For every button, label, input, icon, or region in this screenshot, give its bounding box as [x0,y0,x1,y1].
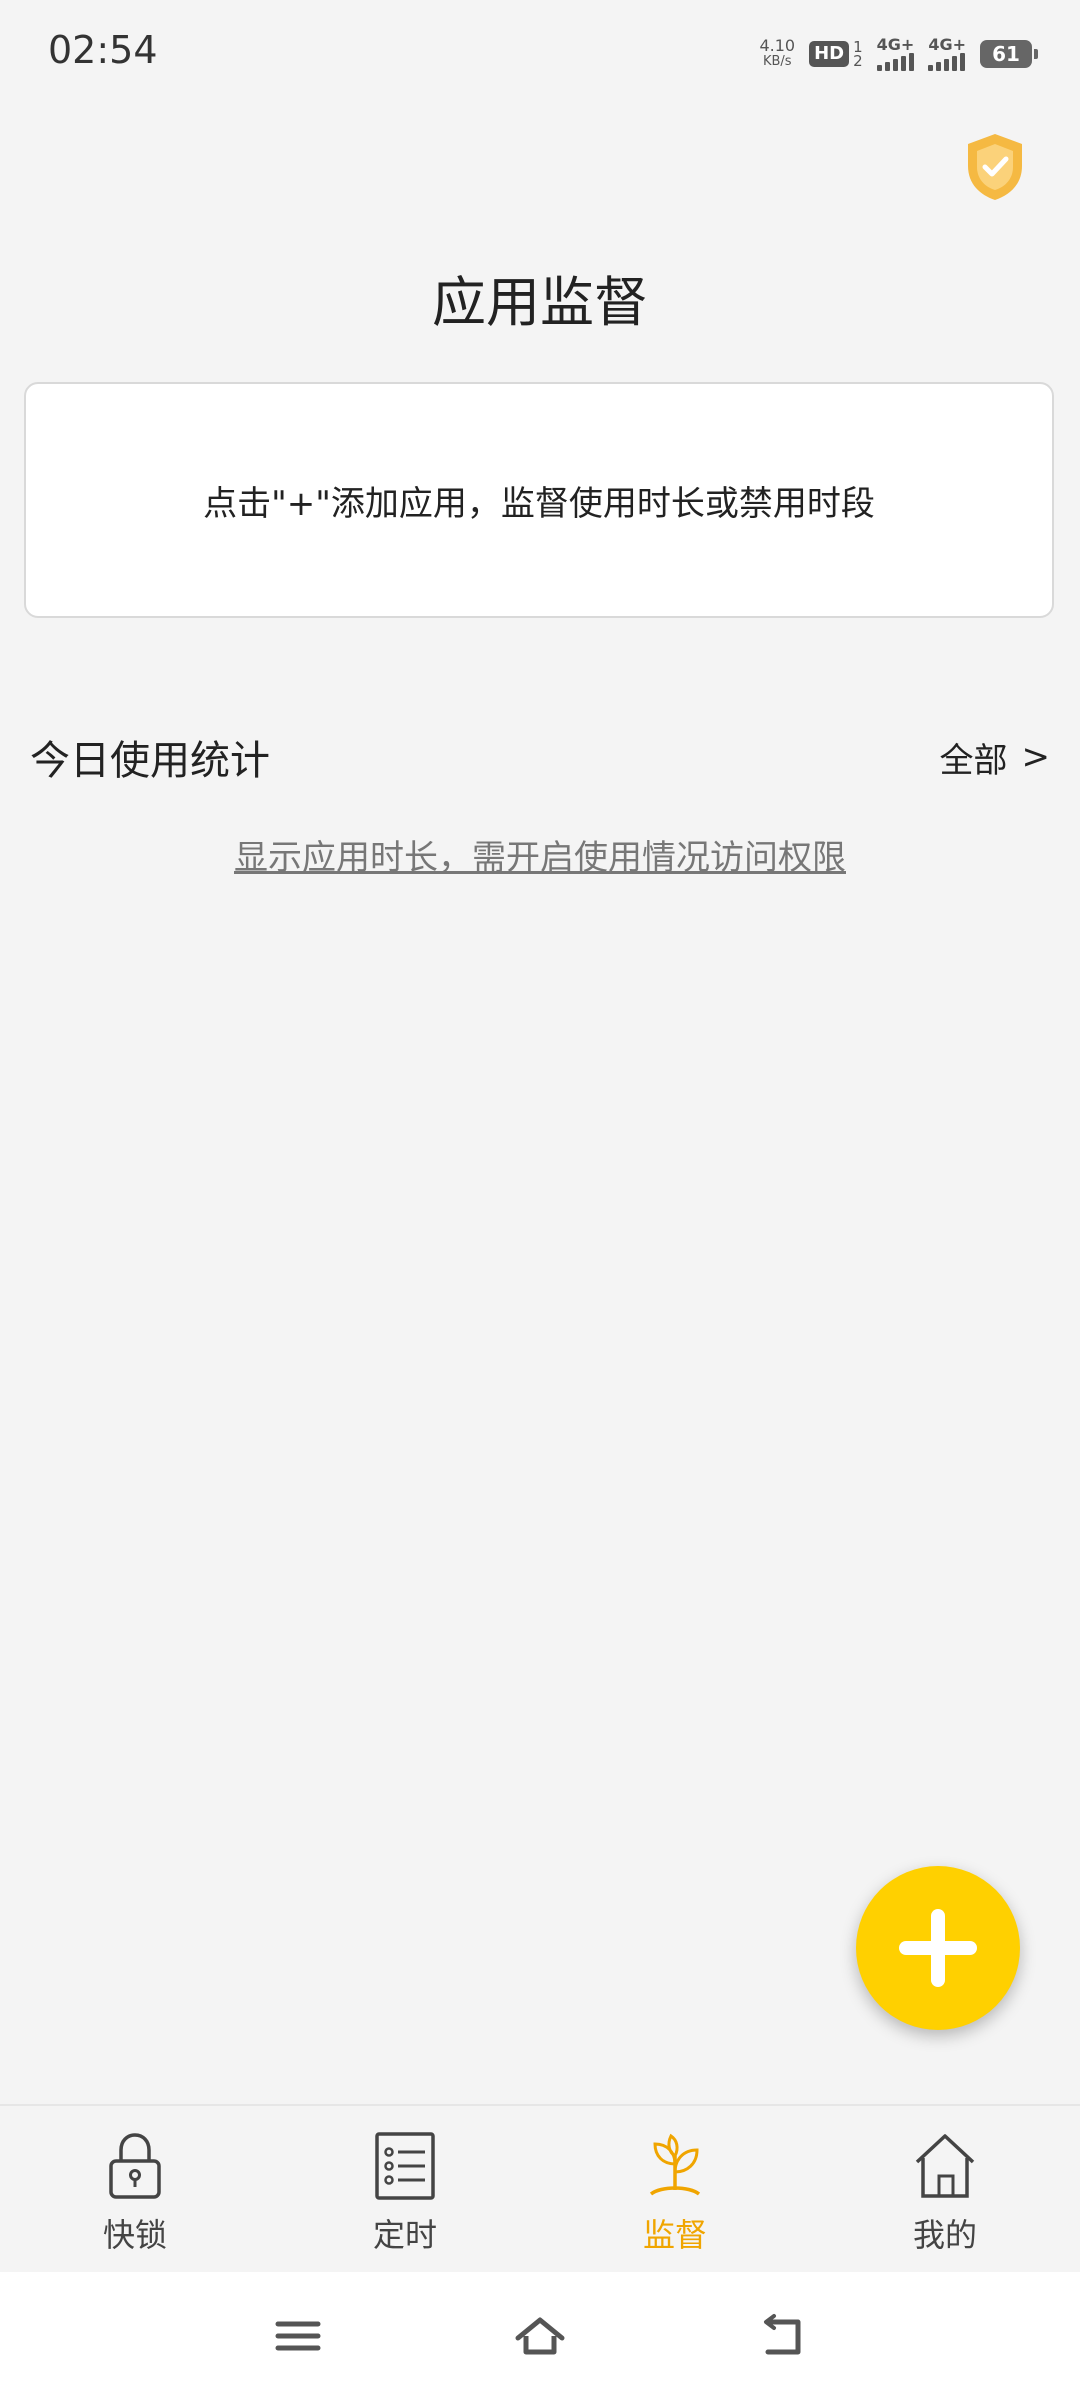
battery-icon: 61 [980,40,1038,68]
signal-sim1: 4G+ [876,35,915,71]
signal-bars-icon [876,53,914,71]
back-icon[interactable] [756,2312,808,2360]
status-bar: 02:54 4.10 KB/s HD 1 2 4G+ 4G+ 61 [0,0,1080,110]
view-all-label: 全部 [939,740,1008,781]
system-nav-bar [0,2272,1080,2400]
lock-icon [109,2133,161,2199]
hd-icon: HD [809,41,850,67]
menu-icon[interactable] [272,2312,324,2360]
signal-bars-icon [928,53,966,71]
page-title: 应用监督 [432,271,648,334]
view-all-button[interactable]: 全部 > [940,733,1051,782]
sprout-icon [649,2133,701,2196]
tab-timer[interactable]: 定时 [270,2106,540,2274]
network-speed-unit: KB/s [762,54,792,69]
signal-sim2: 4G+ [928,37,966,71]
tab-label: 快锁 [102,2216,167,2254]
usage-stats-header: 今日使用统计 全部 > [30,722,1050,792]
add-app-hint-card[interactable]: 点击"+"添加应用，监督使用时长或禁用时段 [24,382,1054,618]
tab-label: 我的 [912,2216,977,2254]
usage-stats-title: 今日使用统计 [30,738,270,784]
tab-mine[interactable]: 我的 [810,2106,1080,2274]
usage-permission-link[interactable]: 显示应用时长，需开启使用情况访问权限 [0,830,1080,879]
tab-supervise[interactable]: 监督 [540,2106,810,2274]
hd-sim-numbers: 1 2 [853,40,863,70]
status-icons: 4.10 KB/s HD 1 2 4G+ 4G+ 61 [759,32,1038,76]
tab-quick-lock[interactable]: 快锁 [0,2106,270,2274]
tab-label: 监督 [642,2216,707,2254]
battery-level: 61 [992,42,1020,66]
network-speed-value: 4.10 [759,36,796,55]
shield-check-icon[interactable] [964,132,1026,202]
hd-sim-2: 2 [853,52,863,70]
home-nav-icon[interactable] [514,2312,566,2360]
add-app-button[interactable] [856,1866,1020,2030]
tab-label: 定时 [372,2216,437,2254]
bottom-tab-bar: 快锁 定时 监督 我的 [0,2104,1080,2274]
network-type-2: 4G+ [928,35,966,54]
network-speed: 4.10 KB/s [759,38,795,70]
chevron-right-icon: > [1021,737,1051,777]
plus-icon [899,1909,977,1987]
network-type-1: 4G+ [876,35,915,54]
list-icon [375,2132,435,2200]
status-time: 02:54 [48,28,158,72]
add-app-hint-text: 点击"+"添加应用，监督使用时长或禁用时段 [203,483,875,524]
home-icon [915,2134,975,2198]
